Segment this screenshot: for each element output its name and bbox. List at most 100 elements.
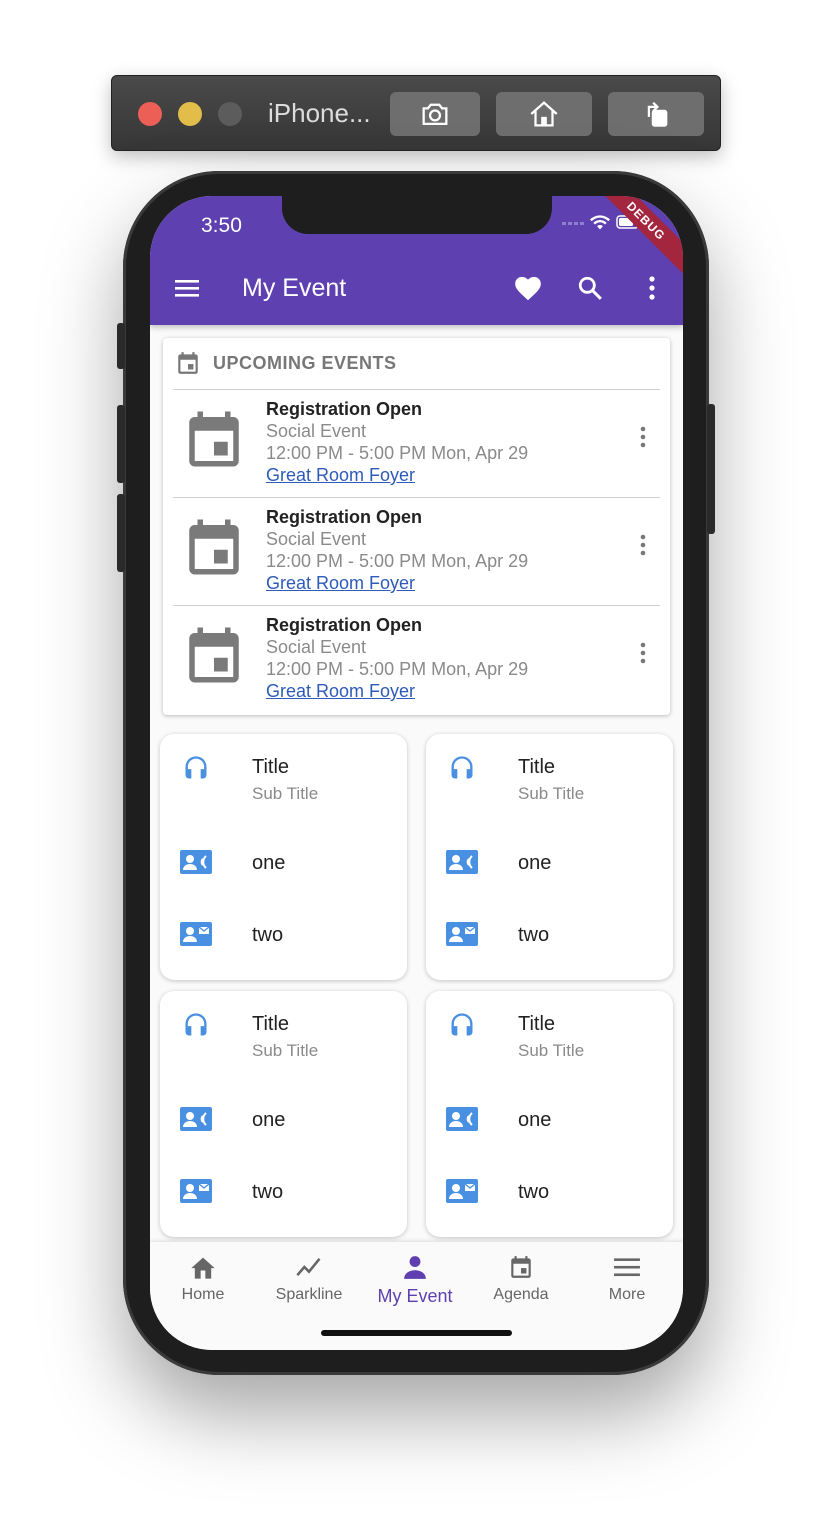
event-type: Social Event [266,529,367,549]
event-title: Registration Open [266,507,423,527]
info-card[interactable]: Title Sub Title one two [160,991,407,1237]
card-line-two: two [252,924,284,946]
calendar-icon [178,352,198,374]
event-more-button[interactable] [633,423,653,451]
simulator-title: iPhone... [268,98,371,128]
upcoming-events-card: UPCOMING EVENTS Registration Open Social… [163,338,670,715]
nav-label: Agenda [493,1286,549,1303]
mute-switch [117,323,125,369]
nav-sparkline[interactable]: Sparkline [256,1252,362,1312]
card-title: Title [252,756,290,778]
event-row[interactable]: Registration Open Social Event 12:00 PM … [163,389,670,497]
card-subtitle: Sub Title [252,1041,319,1060]
search-icon [578,276,602,300]
event-type: Social Event [266,637,367,657]
info-card[interactable]: Title Sub Title one two [160,734,407,980]
nav-agenda[interactable]: Agenda [468,1252,574,1312]
nav-label: Home [181,1286,225,1303]
event-more-button[interactable] [633,639,653,667]
card-title: Title [252,1013,290,1035]
more-vert-icon [640,534,646,556]
wifi-icon [590,215,610,230]
contact-phone-icon [180,848,212,876]
nav-label: My Event [377,1286,453,1306]
nav-home[interactable]: Home [150,1252,256,1312]
minimize-window-button[interactable] [178,102,202,126]
screenshot-button[interactable] [390,92,480,136]
upcoming-events-header: UPCOMING EVENTS [175,350,397,376]
headset-icon [180,754,212,782]
debug-banner: DEBUG [585,196,683,282]
info-card[interactable]: Title Sub Title one two [426,991,673,1237]
event-calendar-icon [189,519,239,575]
headset-icon [446,754,478,782]
nav-label: Sparkline [275,1286,343,1303]
zoom-window-button[interactable] [218,102,242,126]
calendar-icon [511,1256,531,1278]
contact-mail-icon [446,920,478,948]
card-line-one: one [252,852,286,874]
card-line-one: one [518,1109,552,1131]
event-time: 12:00 PM - 5:00 PM Mon, Apr 29 [266,443,529,463]
contact-phone-icon [446,1105,478,1133]
volume-up-button [117,405,125,483]
card-title: Title [518,756,556,778]
card-title: Title [518,1013,556,1035]
volume-down-button [117,494,125,572]
contact-mail-icon [180,920,212,948]
event-type: Social Event [266,421,367,441]
app-bar: 3:50 DEBUG My Event [150,196,683,325]
card-subtitle: Sub Title [252,784,319,803]
card-subtitle: Sub Title [518,1041,585,1060]
menu-button[interactable] [170,271,204,305]
screenshot-icon [422,103,448,126]
event-title: Registration Open [266,615,423,635]
card-line-two: two [518,1181,550,1203]
event-row[interactable]: Registration Open Social Event 12:00 PM … [163,497,670,605]
event-location-link[interactable]: Great Room Foyer [266,465,415,486]
rotate-icon [647,101,668,127]
status-time: 3:50 [201,214,242,237]
favorite-button[interactable] [511,271,545,305]
event-calendar-icon [189,627,239,683]
card-subtitle: Sub Title [518,784,585,803]
more-vert-icon [640,642,646,664]
home-indicator[interactable] [321,1330,512,1336]
card-line-two: two [252,1181,284,1203]
home-icon [191,1257,215,1279]
contact-phone-icon [180,1105,212,1133]
home-button[interactable] [496,92,592,136]
hamburger-icon [175,280,199,297]
overflow-menu-button[interactable] [635,271,669,305]
contact-mail-icon [180,1177,212,1205]
upcoming-events-title: UPCOMING EVENTS [213,352,397,373]
menu-icon [614,1258,640,1277]
event-row[interactable]: Registration Open Social Event 12:00 PM … [163,605,670,713]
more-vert-icon [640,426,646,448]
card-line-two: two [518,924,550,946]
event-location-link[interactable]: Great Room Foyer [266,573,415,594]
nav-label: More [608,1286,646,1303]
power-button [707,404,715,534]
phone-screen: 3:50 DEBUG My Event UPCOMING EVENTS Regi… [150,196,683,1350]
more-vert-icon [649,276,655,300]
contact-mail-icon [446,1177,478,1205]
person-icon [404,1256,426,1279]
info-card[interactable]: Title Sub Title one two [426,734,673,980]
event-title: Registration Open [266,399,423,419]
search-button[interactable] [573,271,607,305]
favorite-icon [515,276,541,301]
event-calendar-icon [189,411,239,467]
event-location-link[interactable]: Great Room Foyer [266,681,415,702]
close-window-button[interactable] [138,102,162,126]
nav-more[interactable]: More [574,1252,680,1312]
card-line-one: one [518,852,552,874]
nav-my-event[interactable]: My Event [362,1252,468,1312]
signal-icon [562,222,584,225]
event-more-button[interactable] [633,531,653,559]
contact-phone-icon [446,848,478,876]
rotate-button[interactable] [608,92,704,136]
card-line-one: one [252,1109,286,1131]
notch [282,196,552,234]
home-icon [530,101,558,127]
